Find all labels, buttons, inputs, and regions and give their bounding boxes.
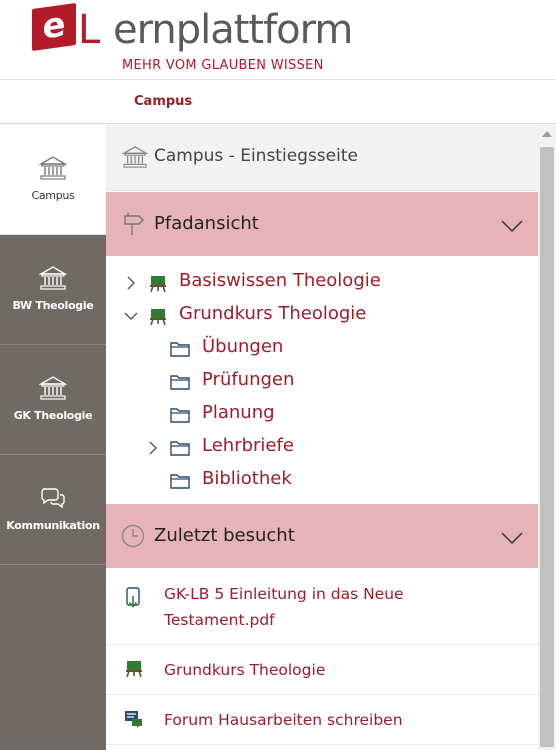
recent-item-label: GK-LB 5 Einleitung in das Neue Testament… bbox=[164, 585, 404, 629]
scrollbar[interactable] bbox=[538, 125, 556, 750]
building-icon bbox=[38, 375, 68, 401]
header: e L ernplattform MEHR VOM GLAUBEN WISSEN bbox=[0, 0, 556, 80]
course-board-icon bbox=[148, 307, 168, 326]
main-panel: Campus - Einstiegsseite Pfadansicht Basi… bbox=[106, 125, 538, 750]
sidebar-item-kommunikation[interactable]: Kommunikation bbox=[0, 455, 106, 565]
recent-item-label: Grundkurs Theologie bbox=[164, 661, 326, 679]
logo-letter-l: L bbox=[78, 7, 100, 53]
recent-item-grundkurs[interactable]: Grundkurs Theologie bbox=[106, 645, 538, 695]
sidebar-item-campus[interactable]: Campus bbox=[0, 125, 106, 235]
tree-item-label: Lehrbriefe bbox=[202, 435, 294, 456]
chat-bubbles-icon bbox=[39, 485, 67, 511]
folder-icon bbox=[170, 406, 190, 424]
campus-home-link[interactable]: Campus - Einstiegsseite bbox=[106, 125, 538, 191]
chevron-right-icon[interactable] bbox=[124, 274, 138, 290]
sidebar: Campus BW Theologie GK Theologie Kommuni… bbox=[0, 125, 106, 750]
recent-item-forum[interactable]: Forum Hausarbeiten schreiben bbox=[106, 695, 538, 745]
folder-icon bbox=[170, 439, 190, 457]
chevron-down-icon[interactable] bbox=[500, 218, 524, 233]
folder-icon bbox=[170, 340, 190, 358]
section-title: Zuletzt besucht bbox=[154, 525, 295, 546]
course-board-icon bbox=[124, 659, 144, 681]
signpost-icon bbox=[120, 211, 146, 237]
forum-icon bbox=[124, 709, 144, 731]
recent-item-label: Forum Hausarbeiten schreiben bbox=[164, 711, 403, 729]
scroll-up-arrow-icon[interactable] bbox=[542, 131, 552, 137]
course-board-icon bbox=[148, 274, 168, 293]
folder-icon bbox=[170, 472, 190, 490]
chevron-down-icon[interactable] bbox=[500, 530, 524, 545]
folder-icon bbox=[170, 373, 190, 391]
file-download-icon bbox=[124, 587, 144, 609]
section-pfadansicht[interactable]: Pfadansicht bbox=[106, 192, 538, 256]
campus-home-label: Campus - Einstiegsseite bbox=[154, 146, 358, 166]
tree-item-label: Planung bbox=[202, 402, 275, 423]
tree-item-label: Grundkurs Theologie bbox=[179, 303, 367, 324]
logo-mark[interactable]: e bbox=[32, 2, 76, 52]
tree-item-bibliothek[interactable]: Bibliothek bbox=[170, 465, 510, 495]
section-title: Pfadansicht bbox=[154, 213, 259, 234]
section-zuletzt-besucht[interactable]: Zuletzt besucht bbox=[106, 504, 538, 568]
tree-item-label: Übungen bbox=[202, 336, 284, 357]
breadcrumb: Campus bbox=[0, 80, 556, 124]
tree-item-planung[interactable]: Planung bbox=[170, 399, 510, 429]
sidebar-item-label: Campus bbox=[31, 189, 75, 202]
chevron-down-icon[interactable] bbox=[124, 307, 138, 321]
clock-icon bbox=[120, 523, 146, 549]
logo-tagline: MEHR VOM GLAUBEN WISSEN bbox=[122, 58, 324, 73]
building-icon bbox=[121, 145, 149, 169]
tree-item-basiswissen[interactable]: Basiswissen Theologie bbox=[124, 267, 524, 297]
tree-item-label: Prüfungen bbox=[202, 369, 295, 390]
logo-wordmark: ernplattform bbox=[113, 7, 353, 53]
building-icon bbox=[38, 265, 68, 291]
tree-item-lehrbriefe[interactable]: Lehrbriefe bbox=[146, 432, 510, 462]
tree-item-uebungen[interactable]: Übungen bbox=[170, 333, 510, 363]
chevron-right-icon[interactable] bbox=[146, 439, 160, 455]
scrollbar-thumb[interactable] bbox=[540, 147, 554, 747]
tree-item-pruefungen[interactable]: Prüfungen bbox=[170, 366, 510, 396]
sidebar-item-label: GK Theologie bbox=[13, 409, 93, 422]
building-icon bbox=[38, 155, 68, 181]
sidebar-item-label: Kommunikation bbox=[6, 519, 100, 532]
sidebar-item-gk-theologie[interactable]: GK Theologie bbox=[0, 345, 106, 455]
breadcrumb-campus[interactable]: Campus bbox=[134, 94, 192, 109]
tree-item-label: Bibliothek bbox=[202, 468, 292, 489]
tree-item-grundkurs[interactable]: Grundkurs Theologie bbox=[124, 300, 524, 330]
sidebar-item-label: BW Theologie bbox=[12, 299, 94, 312]
recent-item-pdf[interactable]: GK-LB 5 Einleitung in das Neue Testament… bbox=[106, 569, 538, 645]
sidebar-item-bw-theologie[interactable]: BW Theologie bbox=[0, 235, 106, 345]
tree-item-label: Basiswissen Theologie bbox=[179, 270, 381, 291]
